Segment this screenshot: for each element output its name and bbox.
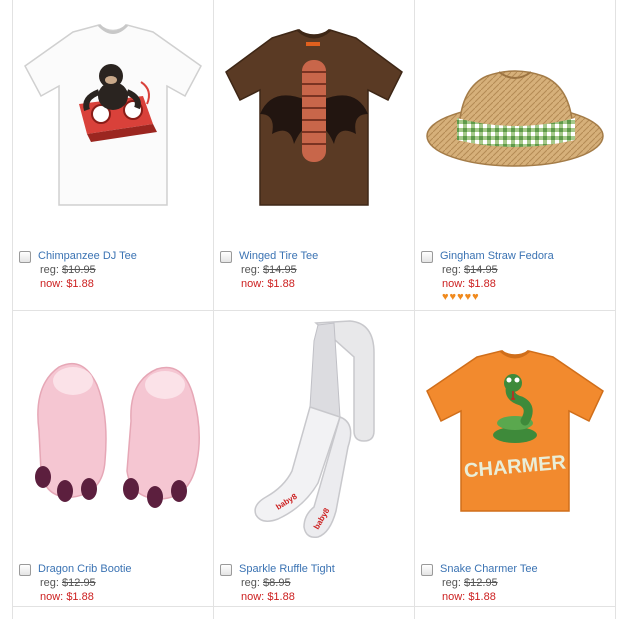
compare-checkbox[interactable]: [19, 564, 31, 576]
compare-checkbox[interactable]: [220, 564, 232, 576]
regular-price: reg: $14.95: [442, 264, 498, 276]
regular-price: reg: $12.95: [442, 577, 498, 589]
compare-checkbox[interactable]: [421, 564, 433, 576]
product-name-link[interactable]: Dragon Crib Bootie: [38, 563, 132, 575]
sale-price: now: $1.88: [40, 278, 94, 290]
regular-price: reg: $12.95: [40, 577, 96, 589]
sale-price: now: $1.88: [241, 278, 295, 290]
product-image[interactable]: [415, 0, 615, 240]
regular-price: reg: $14.95: [241, 264, 297, 276]
sale-price: now: $1.88: [442, 591, 496, 603]
product-name-link[interactable]: Gingham Straw Fedora: [440, 250, 554, 262]
compare-checkbox[interactable]: [421, 251, 433, 263]
sale-price: now: $1.88: [40, 591, 94, 603]
product-image[interactable]: baby8 baby8: [214, 311, 414, 551]
regular-price: reg: $8.95: [241, 577, 291, 589]
product-image[interactable]: [214, 0, 414, 240]
grid-divider: [12, 606, 616, 607]
product-name-link[interactable]: Chimpanzee DJ Tee: [38, 250, 137, 262]
rating-hearts-icon: ♥♥♥♥♥: [442, 291, 480, 303]
sale-price: now: $1.88: [442, 278, 496, 290]
product-image[interactable]: [13, 0, 213, 240]
compare-checkbox[interactable]: [19, 251, 31, 263]
regular-price: reg: $10.95: [40, 264, 96, 276]
product-image[interactable]: CHARMER: [415, 311, 615, 551]
product-name-link[interactable]: Winged Tire Tee: [239, 250, 318, 262]
product-image[interactable]: [13, 311, 213, 551]
product-name-link[interactable]: Snake Charmer Tee: [440, 563, 538, 575]
compare-checkbox[interactable]: [220, 251, 232, 263]
sale-price: now: $1.88: [241, 591, 295, 603]
product-name-link[interactable]: Sparkle Ruffle Tight: [239, 563, 335, 575]
